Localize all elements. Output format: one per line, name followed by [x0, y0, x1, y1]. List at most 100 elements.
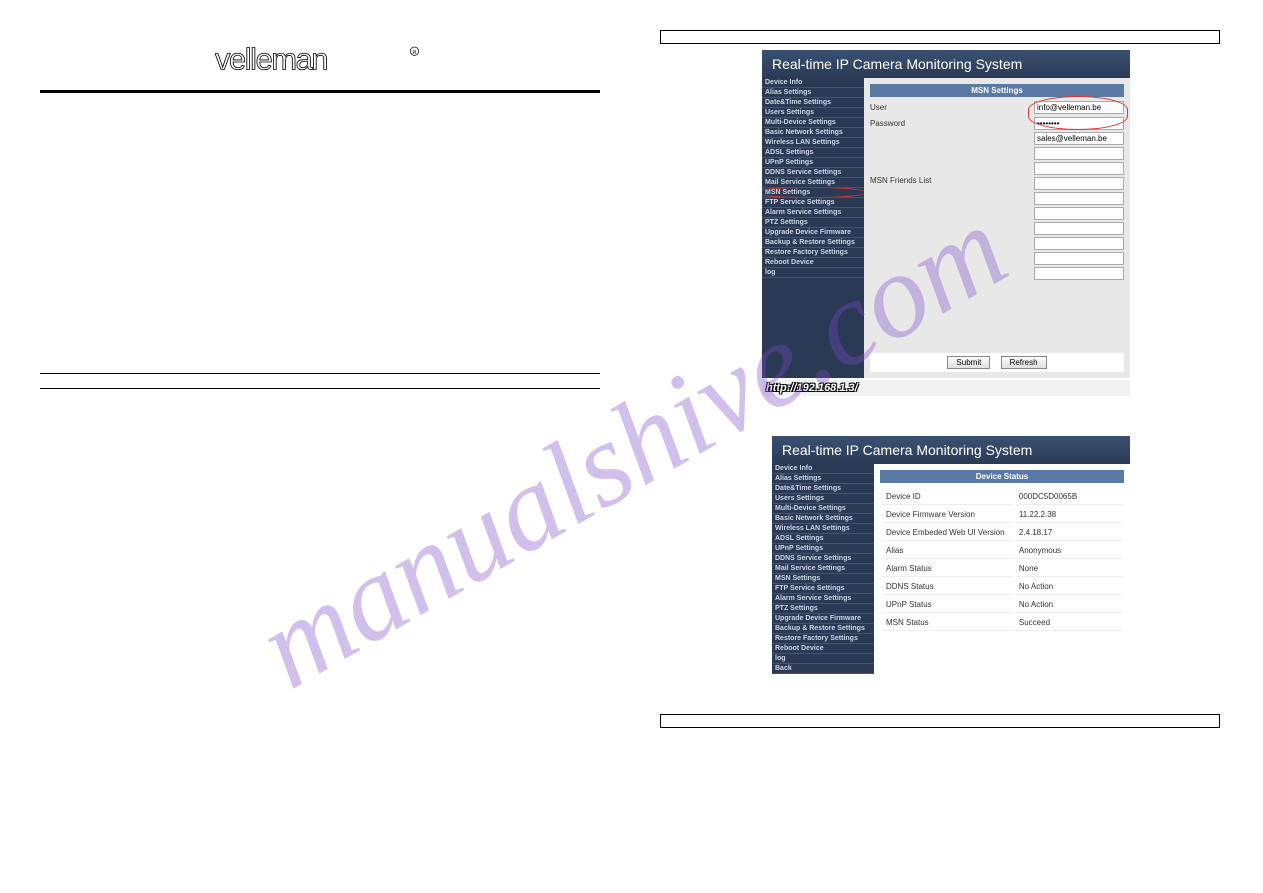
friend-input[interactable] — [1034, 207, 1124, 220]
divider — [40, 373, 600, 374]
status-key: Device ID — [882, 489, 1013, 505]
svg-text:R: R — [412, 50, 416, 56]
sidebar-item[interactable]: PTZ Settings — [772, 604, 874, 614]
friend-input[interactable] — [1034, 252, 1124, 265]
sidebar-item[interactable]: Basic Network Settings — [762, 128, 864, 138]
status-table: Device ID000DC5D0065BDevice Firmware Ver… — [880, 487, 1124, 633]
status-value: No Action — [1015, 597, 1122, 613]
status-key: Device Embeded Web UI Version — [882, 525, 1013, 541]
sidebar-item[interactable]: Mail Service Settings — [772, 564, 874, 574]
sidebar-item[interactable]: log — [772, 654, 874, 664]
settings-sidebar: Device InfoAlias SettingsDate&Time Setti… — [772, 464, 874, 674]
sidebar-item[interactable]: Upgrade Device Firmware — [772, 614, 874, 624]
settings-main: MSN Settings User Password MSN Friends L… — [864, 78, 1130, 378]
status-value: Succeed — [1015, 615, 1122, 631]
sidebar-item[interactable]: Alarm Service Settings — [762, 208, 864, 218]
friend-input[interactable] — [1034, 222, 1124, 235]
table-row: AliasAnonymous — [882, 543, 1122, 559]
status-value: None — [1015, 561, 1122, 577]
sidebar-item[interactable]: MSN Settings — [772, 574, 874, 584]
sidebar-item[interactable]: Backup & Restore Settings — [762, 238, 864, 248]
sidebar-item[interactable]: Restore Factory Settings — [772, 634, 874, 644]
table-row: Device Embeded Web UI Version2.4.18.17 — [882, 525, 1122, 541]
section-title: Device Status — [880, 470, 1124, 483]
friend-input[interactable] — [1034, 237, 1124, 250]
status-key: UPnP Status — [882, 597, 1013, 613]
sidebar-item[interactable]: UPnP Settings — [762, 158, 864, 168]
url-display: http://192.168.1.3/ — [762, 380, 1130, 396]
divider — [40, 388, 600, 389]
user-input[interactable] — [1034, 101, 1124, 114]
status-value: No Action — [1015, 579, 1122, 595]
sidebar-item[interactable]: Alarm Service Settings — [772, 594, 874, 604]
sidebar-item[interactable]: Upgrade Device Firmware — [762, 228, 864, 238]
section-title: MSN Settings — [870, 84, 1124, 97]
friend-input[interactable] — [1034, 147, 1124, 160]
bottom-border-box — [660, 714, 1220, 728]
status-key: MSN Status — [882, 615, 1013, 631]
friends-label: MSN Friends List — [870, 136, 940, 185]
friend-input[interactable] — [1034, 162, 1124, 175]
top-border-box — [660, 30, 1220, 44]
refresh-button[interactable]: Refresh — [1001, 356, 1047, 369]
friend-input[interactable] — [1034, 192, 1124, 205]
sidebar-item[interactable]: FTP Service Settings — [762, 198, 864, 208]
sidebar-item[interactable]: Wireless LAN Settings — [772, 524, 874, 534]
status-value: Anonymous — [1015, 543, 1122, 559]
sidebar-item[interactable]: Device Info — [772, 464, 874, 474]
sidebar-item[interactable]: Basic Network Settings — [772, 514, 874, 524]
sidebar-item[interactable]: Alias Settings — [772, 474, 874, 484]
sidebar-item[interactable]: DDNS Service Settings — [762, 168, 864, 178]
screenshot-msn-settings: Real-time IP Camera Monitoring System De… — [762, 50, 1130, 396]
sidebar-item[interactable]: DDNS Service Settings — [772, 554, 874, 564]
divider — [40, 90, 600, 93]
panel-header: Real-time IP Camera Monitoring System — [762, 50, 1130, 78]
sidebar-item[interactable]: UPnP Settings — [772, 544, 874, 554]
sidebar-item[interactable]: Wireless LAN Settings — [762, 138, 864, 148]
sidebar-item[interactable]: Reboot Device — [762, 258, 864, 268]
table-row: Device ID000DC5D0065B — [882, 489, 1122, 505]
sidebar-item[interactable]: Mail Service Settings — [762, 178, 864, 188]
submit-button[interactable]: Submit — [947, 356, 990, 369]
friend-input[interactable] — [1034, 267, 1124, 280]
user-label: User — [870, 103, 940, 112]
status-value: 11.22.2.38 — [1015, 507, 1122, 523]
screenshot-device-status: Real-time IP Camera Monitoring System De… — [772, 436, 1130, 674]
sidebar-item[interactable]: Alias Settings — [762, 88, 864, 98]
sidebar-item[interactable]: Backup & Restore Settings — [772, 624, 874, 634]
status-key: DDNS Status — [882, 579, 1013, 595]
left-page: velleman R — [40, 30, 600, 509]
status-key: Device Firmware Version — [882, 507, 1013, 523]
sidebar-item[interactable]: PTZ Settings — [762, 218, 864, 228]
sidebar-item[interactable]: ADSL Settings — [762, 148, 864, 158]
sidebar-item[interactable]: Users Settings — [772, 494, 874, 504]
friend-input[interactable] — [1034, 177, 1124, 190]
table-row: MSN StatusSucceed — [882, 615, 1122, 631]
settings-main: Device Status Device ID000DC5D0065BDevic… — [874, 464, 1130, 674]
sidebar-item[interactable]: Users Settings — [762, 108, 864, 118]
sidebar-item[interactable]: FTP Service Settings — [772, 584, 874, 594]
table-row: UPnP StatusNo Action — [882, 597, 1122, 613]
table-row: DDNS StatusNo Action — [882, 579, 1122, 595]
sidebar-item[interactable]: Device Info — [762, 78, 864, 88]
sidebar-item[interactable]: Restore Factory Settings — [762, 248, 864, 258]
status-key: Alarm Status — [882, 561, 1013, 577]
status-value: 2.4.18.17 — [1015, 525, 1122, 541]
sidebar-item[interactable]: log — [762, 268, 864, 278]
sidebar-item[interactable]: Multi-Device Settings — [762, 118, 864, 128]
password-input[interactable] — [1034, 117, 1124, 130]
sidebar-item[interactable]: Back — [772, 664, 874, 674]
status-value: 000DC5D0065B — [1015, 489, 1122, 505]
velleman-logo: velleman R — [215, 40, 425, 82]
sidebar-item[interactable]: Multi-Device Settings — [772, 504, 874, 514]
friend-input[interactable] — [1034, 132, 1124, 145]
sidebar-item[interactable]: MSN Settings — [762, 188, 864, 198]
password-label: Password — [870, 119, 940, 128]
sidebar-item[interactable]: ADSL Settings — [772, 534, 874, 544]
sidebar-item[interactable]: Date&Time Settings — [772, 484, 874, 494]
right-page: Real-time IP Camera Monitoring System De… — [660, 30, 1220, 734]
sidebar-item[interactable]: Reboot Device — [772, 644, 874, 654]
status-key: Alias — [882, 543, 1013, 559]
sidebar-item[interactable]: Date&Time Settings — [762, 98, 864, 108]
table-row: Device Firmware Version11.22.2.38 — [882, 507, 1122, 523]
